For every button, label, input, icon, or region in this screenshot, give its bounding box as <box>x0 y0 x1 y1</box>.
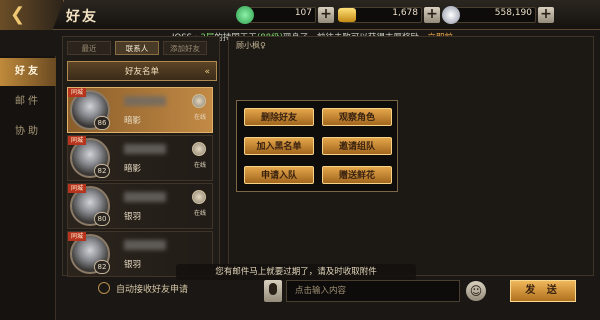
friend-name: 暗影 <box>124 116 142 126</box>
jade-value: 107 <box>294 8 312 18</box>
chat-target-name: 顾小枫♀ <box>236 41 266 50</box>
back-arrow-icon: ❮ <box>10 4 26 25</box>
top-bar: ❮ 好友 107 + 1,678 + 558,190 + <box>0 0 600 30</box>
jade-icon <box>236 6 254 24</box>
jade-counter: 107 + <box>236 6 336 24</box>
silver-value: 558,190 <box>494 8 532 18</box>
friend-row[interactable]: 同城 80 银羽 在线 <box>67 183 213 229</box>
same-city-tag: 同城 <box>68 232 86 241</box>
friend-row[interactable]: 同城 86 暗影 在线 <box>67 87 213 133</box>
nav-friends[interactable]: 好友 <box>0 58 56 86</box>
level-badge: 82 <box>94 164 110 178</box>
add-silver-button[interactable]: + <box>538 7 554 23</box>
silver-counter: 558,190 + <box>442 6 556 24</box>
side-nav: 好友 邮件 协助 <box>0 56 56 320</box>
send-flowers-button[interactable]: 赠送鲜花 <box>322 166 392 184</box>
friend-row[interactable]: 同城 82 暗影 在线 <box>67 135 213 181</box>
blacklist-button[interactable]: 加入黑名单 <box>244 137 314 155</box>
view-character-button[interactable]: 观察角色 <box>322 108 392 126</box>
level-badge: 80 <box>94 212 110 226</box>
gold-counter: 1,678 + <box>338 7 442 23</box>
mail-expiry-toast: 您有邮件马上就要过期了，请及时收取附件 <box>176 264 416 280</box>
level-badge: 82 <box>94 260 110 274</box>
blurred-name <box>124 192 166 202</box>
add-jade-button[interactable]: + <box>318 7 334 23</box>
gold-value: 1,678 <box>392 8 418 18</box>
invite-team-button[interactable]: 邀请组队 <box>322 137 392 155</box>
level-badge: 86 <box>94 116 110 130</box>
nav-assist[interactable]: 协助 <box>0 118 56 146</box>
blurred-name <box>124 240 166 250</box>
send-button[interactable]: 发 送 <box>510 280 576 302</box>
emoji-icon[interactable]: ☺ <box>466 281 486 301</box>
friend-panel: 最近 联系人 添加好友 好友名单 « 同城 86 暗影 在线 同城 82 暗影 … <box>62 36 220 277</box>
status-icon <box>192 142 206 156</box>
page-title: 好友 <box>66 9 98 25</box>
status-icon <box>192 190 206 204</box>
auto-accept-label: 自动接收好友申请 <box>116 285 189 295</box>
status-text: 在线 <box>193 114 206 121</box>
collapse-icon[interactable]: « <box>204 62 210 82</box>
tab-recent[interactable]: 最近 <box>67 41 111 55</box>
tab-contacts[interactable]: 联系人 <box>115 41 159 55</box>
back-button[interactable]: ❮ <box>0 0 64 30</box>
status-icon <box>192 94 206 108</box>
nav-mail[interactable]: 邮件 <box>0 88 56 116</box>
request-join-button[interactable]: 申请入队 <box>244 166 314 184</box>
chat-input[interactable]: 点击输入内容 <box>286 280 460 302</box>
microphone-icon[interactable] <box>264 280 282 302</box>
blurred-name <box>124 144 166 154</box>
friend-list-title: 好友名单 <box>124 67 159 77</box>
same-city-tag: 同城 <box>68 136 86 145</box>
friend-name: 暗影 <box>124 164 142 174</box>
delete-friend-button[interactable]: 删除好友 <box>244 108 314 126</box>
gold-ingot-icon <box>338 8 356 22</box>
status-text: 在线 <box>193 162 206 169</box>
friend-action-menu: 删除好友 观察角色 加入黑名单 邀请组队 申请入队 赠送鲜花 <box>236 100 398 192</box>
silver-coin-icon <box>442 6 460 24</box>
same-city-tag: 同城 <box>68 88 86 97</box>
friend-name: 银羽 <box>124 212 142 222</box>
friend-name: 银羽 <box>124 260 142 270</box>
auto-accept-checkbox[interactable] <box>98 282 110 294</box>
blurred-name <box>124 96 166 106</box>
add-gold-button[interactable]: + <box>424 7 440 23</box>
tab-add-friend[interactable]: 添加好友 <box>163 41 207 55</box>
friend-list-header[interactable]: 好友名单 « <box>67 61 217 81</box>
status-text: 在线 <box>193 210 206 217</box>
same-city-tag: 同城 <box>68 184 86 193</box>
